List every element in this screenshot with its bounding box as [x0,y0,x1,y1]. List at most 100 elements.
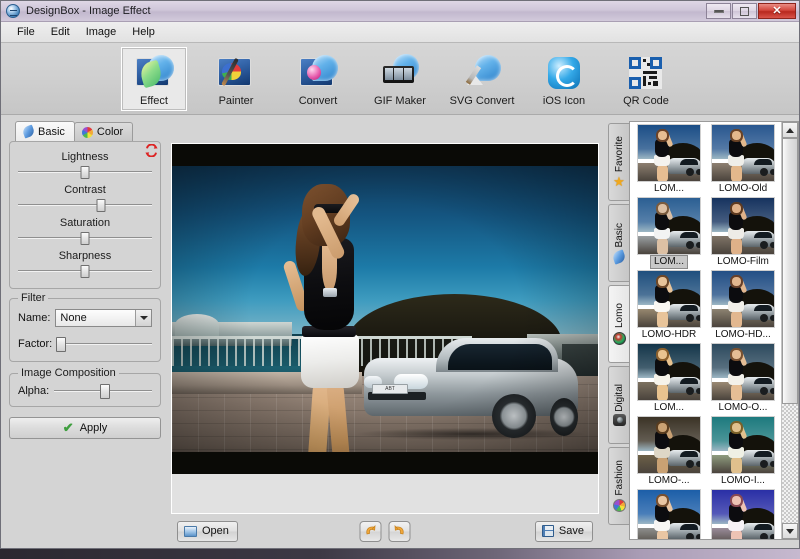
slider-contrast-track[interactable] [18,198,152,212]
slider-saturation-track[interactable] [18,231,152,245]
slider-saturation-thumb[interactable] [80,232,90,245]
basic-sliders-group: Lightness Contrast Saturation Sharpness [9,141,161,289]
image-composition-group: Image Composition Alpha: [9,367,161,407]
maximize-icon [740,6,749,16]
toolbar-button-svg-convert[interactable]: SVG Convert [449,47,515,111]
preset-tab-digital-label: Digital [613,383,625,412]
preset-thumbnail[interactable]: LOMO-... [632,489,706,539]
preset-thumbnail[interactable]: LOMO-... [706,489,780,539]
toolbar-label-gif-maker: GIF Maker [374,94,426,107]
main-toolbar: Effect Painter Convert GIF Maker SVG Con… [1,43,799,115]
preset-thumbnail-image [637,343,701,401]
slider-contrast-thumb[interactable] [96,199,106,212]
color-wheel-icon [612,498,626,512]
filter-factor-track[interactable] [56,336,152,352]
toolbar-button-convert[interactable]: Convert [285,47,351,111]
tab-basic[interactable]: Basic [15,121,75,141]
toolbar-label-qr-code: QR Code [623,94,669,107]
open-button[interactable]: Open [177,520,238,542]
filter-group: Filter Name: None Factor: [9,292,161,362]
preset-tab-fashion[interactable]: Fashion [608,447,629,525]
filter-group-legend: Filter [18,292,49,304]
toolbar-button-ios-icon[interactable]: iOS Icon [531,47,597,111]
undo-button[interactable] [359,520,382,542]
image-canvas[interactable]: ABT [171,143,599,514]
preset-thumbnail[interactable]: LOMO-HD... [706,270,780,343]
color-wheel-icon [81,126,93,138]
tab-color[interactable]: Color [73,122,134,141]
preset-tab-favorite[interactable]: Favorite ★ [608,123,629,201]
preview-photo: ABT [172,144,598,474]
preset-tab-basic[interactable]: Basic [608,204,629,282]
ios-icon [544,53,584,93]
main-window: DesignBox - Image Effect ✕ File Edit Ima… [0,0,800,549]
menu-edit[interactable]: Edit [43,24,78,40]
undo-redo-group [359,520,411,542]
save-button[interactable]: Save [534,520,593,542]
menu-help[interactable]: Help [124,24,163,40]
lens-icon [612,331,626,345]
preset-thumbnail[interactable]: LOMO-... [632,416,706,489]
chevron-down-icon[interactable] [135,310,151,326]
preset-thumbnail[interactable]: LOM... [632,197,706,270]
apply-button[interactable]: ✔ Apply [9,417,161,439]
check-icon: ✔ [62,420,74,435]
preset-scrollbar-thumb[interactable] [782,138,798,404]
preset-tab-lomo[interactable]: Lomo [608,285,629,363]
minimize-button[interactable] [706,3,731,19]
preset-thumbnail-label: LOMO-Old [718,183,768,194]
preset-scrollbar-track[interactable] [782,138,798,523]
preset-thumbnail-label: LOMO-HDR [641,329,697,340]
designbox-globe-icon [6,4,20,18]
preset-tab-digital[interactable]: Digital [608,366,629,444]
preset-thumbnail[interactable]: LOMO-I... [706,416,780,489]
filter-factor-thumb[interactable] [56,337,67,352]
redo-button[interactable] [388,520,411,542]
preset-scrollbar[interactable] [781,122,798,539]
slider-lightness-track[interactable] [18,165,152,179]
adjustments-panel: Basic Color Lightness Contrast Saturatio… [1,115,167,548]
slider-saturation: Saturation [18,214,152,245]
preset-thumbnail[interactable]: LOMO-Old [706,124,780,197]
slider-sharpness-thumb[interactable] [80,265,90,278]
toolbar-button-qr-code[interactable]: QR Code [613,47,679,111]
preset-thumbnail-image [711,124,775,182]
toolbar-button-painter[interactable]: Painter [203,47,269,111]
preset-thumbnail-label: LOMO-O... [718,402,768,413]
window-body: Basic Color Lightness Contrast Saturatio… [1,115,799,548]
slider-contrast-label: Contrast [64,184,106,196]
floppy-disk-icon [541,525,554,537]
star-icon: ★ [613,174,625,190]
toolbar-button-gif-maker[interactable]: GIF Maker [367,47,433,111]
effect-feather-icon [134,53,174,93]
filter-name-label: Name: [18,312,51,324]
toolbar-label-painter: Painter [218,94,254,107]
image-composition-legend: Image Composition [18,367,119,379]
preset-thumbnail[interactable]: LOMO-HDR [632,270,706,343]
preset-thumbnail-image [711,489,775,539]
menu-image[interactable]: Image [78,24,125,40]
preset-thumbnail-label: LOM... [649,255,688,269]
adjustments-tabs: Basic Color [15,121,161,141]
maximize-button[interactable] [732,3,757,19]
alpha-track[interactable] [54,383,152,399]
toolbar-button-effect[interactable]: Effect [121,46,187,111]
slider-sharpness-track[interactable] [18,264,152,278]
preset-thumbnail-image [637,197,701,255]
preset-thumbnail[interactable]: LOM... [632,124,706,197]
alpha-thumb[interactable] [100,384,111,399]
preset-thumbnail[interactable]: LOM... [632,343,706,416]
preview-panel: ABT Open Save [167,115,607,548]
filter-name-select[interactable]: None [55,309,152,327]
close-button[interactable]: ✕ [758,3,796,19]
preset-thumbnail[interactable]: LOMO-O... [706,343,780,416]
scroll-up-button[interactable] [782,122,798,138]
close-icon: ✕ [772,4,782,17]
preset-thumbnail[interactable]: LOMO-Film [706,197,780,270]
apply-button-label: Apply [79,422,108,434]
undo-arrow-icon [366,524,376,535]
scroll-down-button[interactable] [782,523,798,539]
tab-basic-label: Basic [38,125,65,138]
menu-file[interactable]: File [9,24,43,40]
slider-lightness-thumb[interactable] [80,166,90,179]
